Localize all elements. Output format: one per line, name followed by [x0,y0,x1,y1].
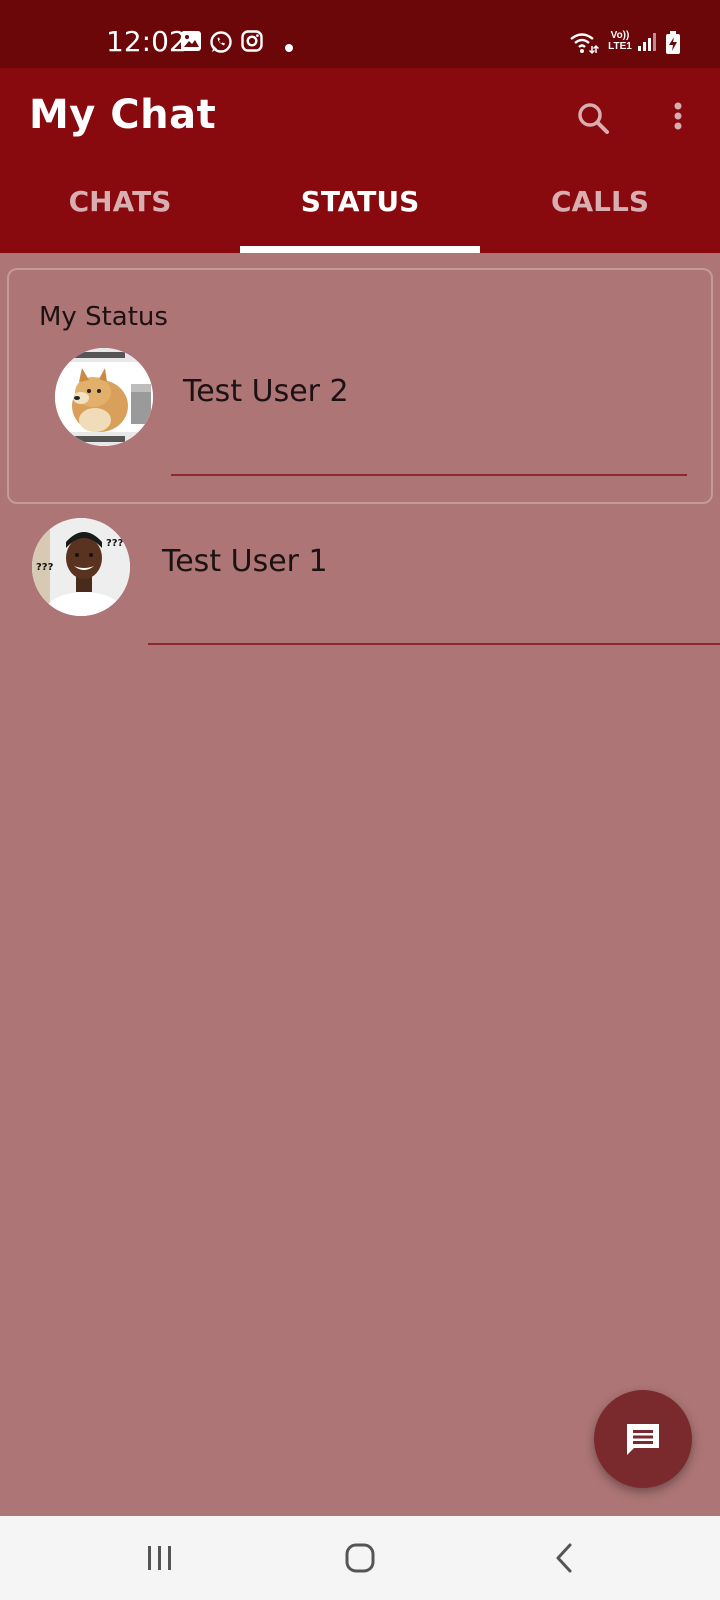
app-title: My Chat [29,92,217,138]
tab-status[interactable]: STATUS [240,186,480,253]
instagram-icon [241,30,263,57]
gallery-icon [180,30,202,57]
more-vert-icon [655,102,701,146]
more-options-button[interactable] [655,96,701,142]
whatsapp-icon [209,30,233,59]
svg-text:???: ??? [106,538,124,549]
notification-dot-icon [285,39,293,57]
battery-charging-icon [665,31,681,60]
app-bar: My Chat CHATS STATUS CALLS [0,68,720,253]
status-user-name: Test User 1 [162,544,328,579]
doge-meme-avatar [55,348,153,446]
signal-icon [637,32,657,57]
my-status-user-name: Test User 2 [183,374,349,409]
tab-chats[interactable]: CHATS [0,186,240,253]
new-chat-fab[interactable] [594,1390,692,1488]
back-button[interactable] [545,1538,585,1578]
avatar[interactable] [55,348,153,446]
confused-man-avatar: ??? ??? [32,518,130,616]
recents-icon [140,1546,180,1582]
home-icon [340,1543,380,1582]
active-tab-indicator [240,246,480,253]
list-item[interactable]: ??? ??? Test User 1 [0,510,720,646]
search-button[interactable] [571,96,617,142]
tab-calls[interactable]: CALLS [480,186,720,253]
back-icon [545,1543,585,1582]
divider [171,474,687,476]
recents-button[interactable] [140,1538,180,1578]
my-status-title: My Status [39,302,168,332]
my-status-card[interactable]: My Status Test User 2 [7,268,713,504]
wifi-icon [569,31,600,60]
divider [148,643,720,645]
home-button[interactable] [340,1538,380,1578]
volte-lte-icon: Vo)) LTE1 [608,30,632,52]
status-time: 12:02 [106,25,187,58]
search-icon [571,103,617,146]
system-navigation-bar [0,1516,720,1600]
svg-text:???: ??? [36,562,54,573]
system-status-bar: 12:02 Vo)) LTE1 [0,0,720,68]
avatar: ??? ??? [32,518,130,616]
